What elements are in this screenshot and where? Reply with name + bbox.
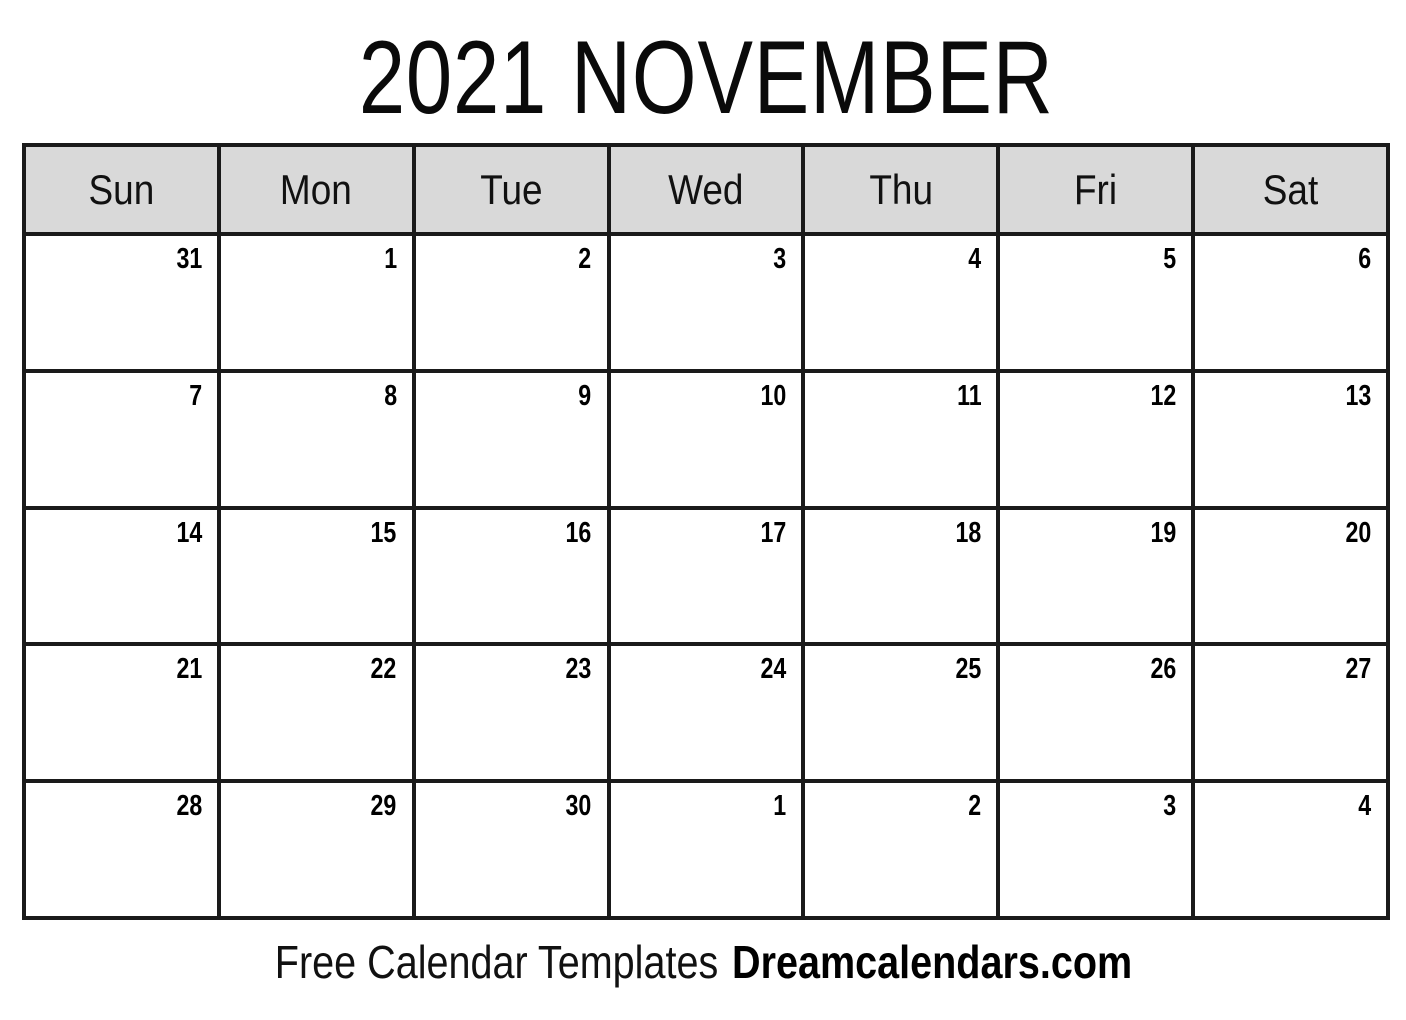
day-cell[interactable]: 20: [1195, 509, 1391, 647]
day-number: 29: [370, 790, 397, 823]
day-number: 2: [578, 243, 592, 275]
weekday-label: Sun: [88, 165, 155, 213]
day-cell[interactable]: 1: [610, 783, 806, 920]
day-number: 20: [1345, 516, 1372, 549]
weekday-label: Fri: [1074, 165, 1118, 213]
weekday-label: Mon: [280, 165, 353, 213]
day-cell[interactable]: 23: [415, 646, 611, 784]
day-cell[interactable]: 24: [610, 646, 806, 784]
day-number: 24: [760, 653, 787, 686]
day-number: 12: [1150, 379, 1177, 412]
day-cell[interactable]: 21: [26, 646, 221, 784]
weekday-header-row: Sun Mon Tue Wed Thu Fri Sat: [26, 147, 1391, 236]
calendar-page: 2021 NOVEMBER Sun Mon Tue Wed Thu Fri Sa: [0, 0, 1406, 1020]
day-cell[interactable]: 25: [805, 646, 1001, 784]
day-cell[interactable]: 19: [1000, 509, 1196, 647]
day-number: 26: [1150, 653, 1177, 686]
day-cell[interactable]: 30: [415, 783, 611, 920]
day-cell[interactable]: 16: [415, 509, 611, 647]
week-row: 31 1 2 3 4 5 6: [26, 236, 1391, 373]
week-row: 7 8 9 10 11 12 13: [26, 372, 1391, 510]
footer-tagline: Free Calendar Templates: [274, 936, 718, 988]
calendar-grid: Sun Mon Tue Wed Thu Fri Sat 31 1 2 3 4 5…: [22, 143, 1391, 920]
weekday-label: Sat: [1262, 165, 1319, 213]
page-title: 2021 NOVEMBER: [358, 20, 1054, 136]
day-number: 1: [383, 243, 397, 275]
weekday-header-tue: Tue: [415, 147, 611, 236]
page-footer: Free Calendar Templates Dreamcalendars.c…: [0, 926, 1406, 998]
week-row: 14 15 16 17 18 19 20: [26, 509, 1391, 647]
day-number: 16: [565, 516, 592, 549]
day-number: 3: [1163, 790, 1177, 823]
day-number: 30: [565, 790, 592, 823]
day-number: 7: [188, 379, 202, 412]
day-cell[interactable]: 10: [610, 372, 806, 510]
day-cell[interactable]: 7: [26, 372, 221, 510]
footer-content: Free Calendar Templates Dreamcalendars.c…: [274, 937, 1131, 987]
day-number: 18: [955, 516, 982, 549]
day-cell[interactable]: 28: [26, 783, 221, 920]
day-cell[interactable]: 4: [1195, 783, 1391, 920]
day-number: 5: [1163, 243, 1177, 275]
day-cell[interactable]: 4: [805, 236, 1001, 373]
day-cell[interactable]: 14: [26, 509, 221, 647]
day-number: 9: [578, 379, 592, 412]
day-number: 11: [956, 379, 982, 412]
day-number: 25: [955, 653, 982, 686]
day-cell[interactable]: 22: [220, 646, 416, 784]
day-cell[interactable]: 29: [220, 783, 416, 920]
day-cell[interactable]: 26: [1000, 646, 1196, 784]
day-number: 2: [968, 790, 982, 823]
day-number: 27: [1345, 653, 1372, 686]
day-number: 19: [1150, 516, 1177, 549]
day-cell[interactable]: 6: [1195, 236, 1391, 373]
calendar-title-bar: 2021 NOVEMBER: [22, 18, 1390, 138]
day-number: 14: [176, 516, 202, 549]
weekday-header-sun: Sun: [26, 147, 221, 236]
day-cell[interactable]: 2: [805, 783, 1001, 920]
day-cell[interactable]: 12: [1000, 372, 1196, 510]
day-cell[interactable]: 27: [1195, 646, 1391, 784]
day-number: 13: [1345, 379, 1372, 412]
day-number: 3: [773, 243, 787, 275]
day-number: 10: [760, 379, 787, 412]
day-cell[interactable]: 13: [1195, 372, 1391, 510]
weekday-label: Tue: [479, 165, 543, 213]
weekday-header-wed: Wed: [610, 147, 806, 236]
weekday-header-sat: Sat: [1195, 147, 1391, 236]
weekday-label: Wed: [668, 165, 744, 213]
day-cell[interactable]: 3: [610, 236, 806, 373]
weekday-header-thu: Thu: [805, 147, 1001, 236]
day-number: 8: [383, 379, 397, 412]
day-number: 4: [968, 243, 982, 275]
day-cell[interactable]: 1: [220, 236, 416, 373]
footer-brand-link[interactable]: Dreamcalendars.com: [732, 937, 1132, 987]
day-cell[interactable]: 17: [610, 509, 806, 647]
day-cell[interactable]: 2: [415, 236, 611, 373]
week-row: 28 29 30 1 2 3 4: [26, 783, 1391, 920]
weekday-label: Thu: [869, 165, 933, 213]
day-number: 1: [773, 790, 787, 823]
day-cell[interactable]: 11: [805, 372, 1001, 510]
day-cell[interactable]: 18: [805, 509, 1001, 647]
day-number: 6: [1358, 243, 1372, 275]
day-number: 17: [760, 516, 787, 549]
day-number: 15: [370, 516, 397, 549]
day-number: 21: [176, 653, 202, 686]
day-number: 22: [370, 653, 397, 686]
day-cell[interactable]: 8: [220, 372, 416, 510]
day-cell[interactable]: 5: [1000, 236, 1196, 373]
day-cell[interactable]: 9: [415, 372, 611, 510]
day-cell[interactable]: 31: [26, 236, 221, 373]
day-cell[interactable]: 15: [220, 509, 416, 647]
day-cell[interactable]: 3: [1000, 783, 1196, 920]
day-number: 23: [565, 653, 592, 686]
week-row: 21 22 23 24 25 26 27: [26, 646, 1391, 784]
day-number: 28: [176, 790, 202, 823]
weekday-header-mon: Mon: [220, 147, 416, 236]
weekday-header-fri: Fri: [1000, 147, 1196, 236]
day-number: 31: [176, 243, 202, 275]
day-number: 4: [1358, 790, 1372, 823]
